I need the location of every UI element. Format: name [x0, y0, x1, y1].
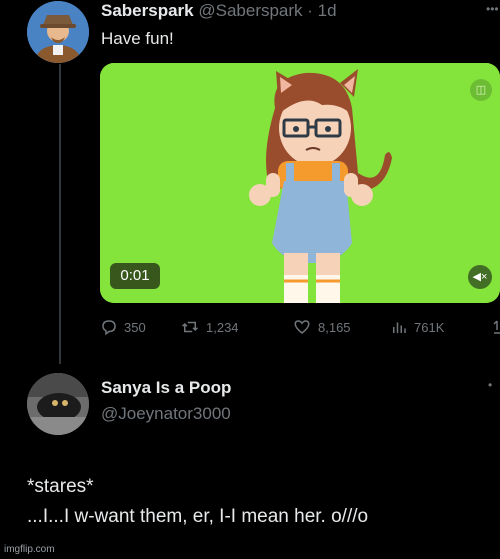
video-frame-cartoon-girl: [100, 63, 500, 303]
mute-icon[interactable]: ◀×: [468, 265, 492, 289]
retweet-count: 1,234: [206, 319, 239, 335]
user-handle[interactable]: @Saberspark: [198, 1, 302, 20]
tweet-header: Saberspark @Saberspark · 1d: [101, 0, 337, 22]
user-handle[interactable]: @Joeynator3000: [101, 404, 231, 424]
tweet-text: Have fun!: [101, 29, 174, 48]
tweet-actions-bar: 350 1,234 8,165 761K: [100, 318, 500, 340]
views-chart-icon: [393, 322, 406, 333]
share-icon: [493, 320, 500, 334]
like-button[interactable]: 8,165: [292, 318, 351, 336]
video-timer: 0:01: [110, 263, 160, 289]
heart-icon: [294, 320, 310, 334]
views-count: 761K: [414, 319, 445, 335]
imgflip-watermark: imgflip.com: [4, 544, 55, 555]
display-name[interactable]: Sanya Is a Poop: [101, 378, 231, 398]
avatar-image: [27, 373, 89, 435]
more-options-icon[interactable]: •: [488, 378, 492, 392]
like-count: 8,165: [318, 319, 351, 335]
views-button[interactable]: 761K: [390, 318, 444, 336]
video-player[interactable]: ◫ 0:01 ◀×: [100, 63, 500, 303]
more-options-icon[interactable]: •••: [486, 2, 499, 16]
reply-button[interactable]: 350: [100, 318, 146, 336]
avatar[interactable]: [27, 1, 89, 63]
display-name[interactable]: Saberspark: [101, 1, 194, 20]
tweet-text-line: *stares*: [27, 476, 94, 497]
thread-connector-line: [59, 64, 61, 364]
captions-icon[interactable]: ◫: [470, 79, 492, 101]
tweet-text-line: ...I...I w-want them, er, I-I mean her. …: [27, 506, 369, 527]
retweet-icon: [181, 321, 199, 333]
avatar[interactable]: [27, 373, 89, 435]
reply-count: 350: [124, 319, 146, 335]
share-button[interactable]: [492, 318, 500, 336]
retweet-button[interactable]: 1,234: [180, 318, 239, 336]
tweet-text: *stares* ...I...I w-want them, er, I-I m…: [27, 472, 497, 532]
timestamp[interactable]: · 1d: [307, 1, 336, 20]
reply-icon: [102, 320, 116, 336]
avatar-image: [27, 1, 89, 63]
